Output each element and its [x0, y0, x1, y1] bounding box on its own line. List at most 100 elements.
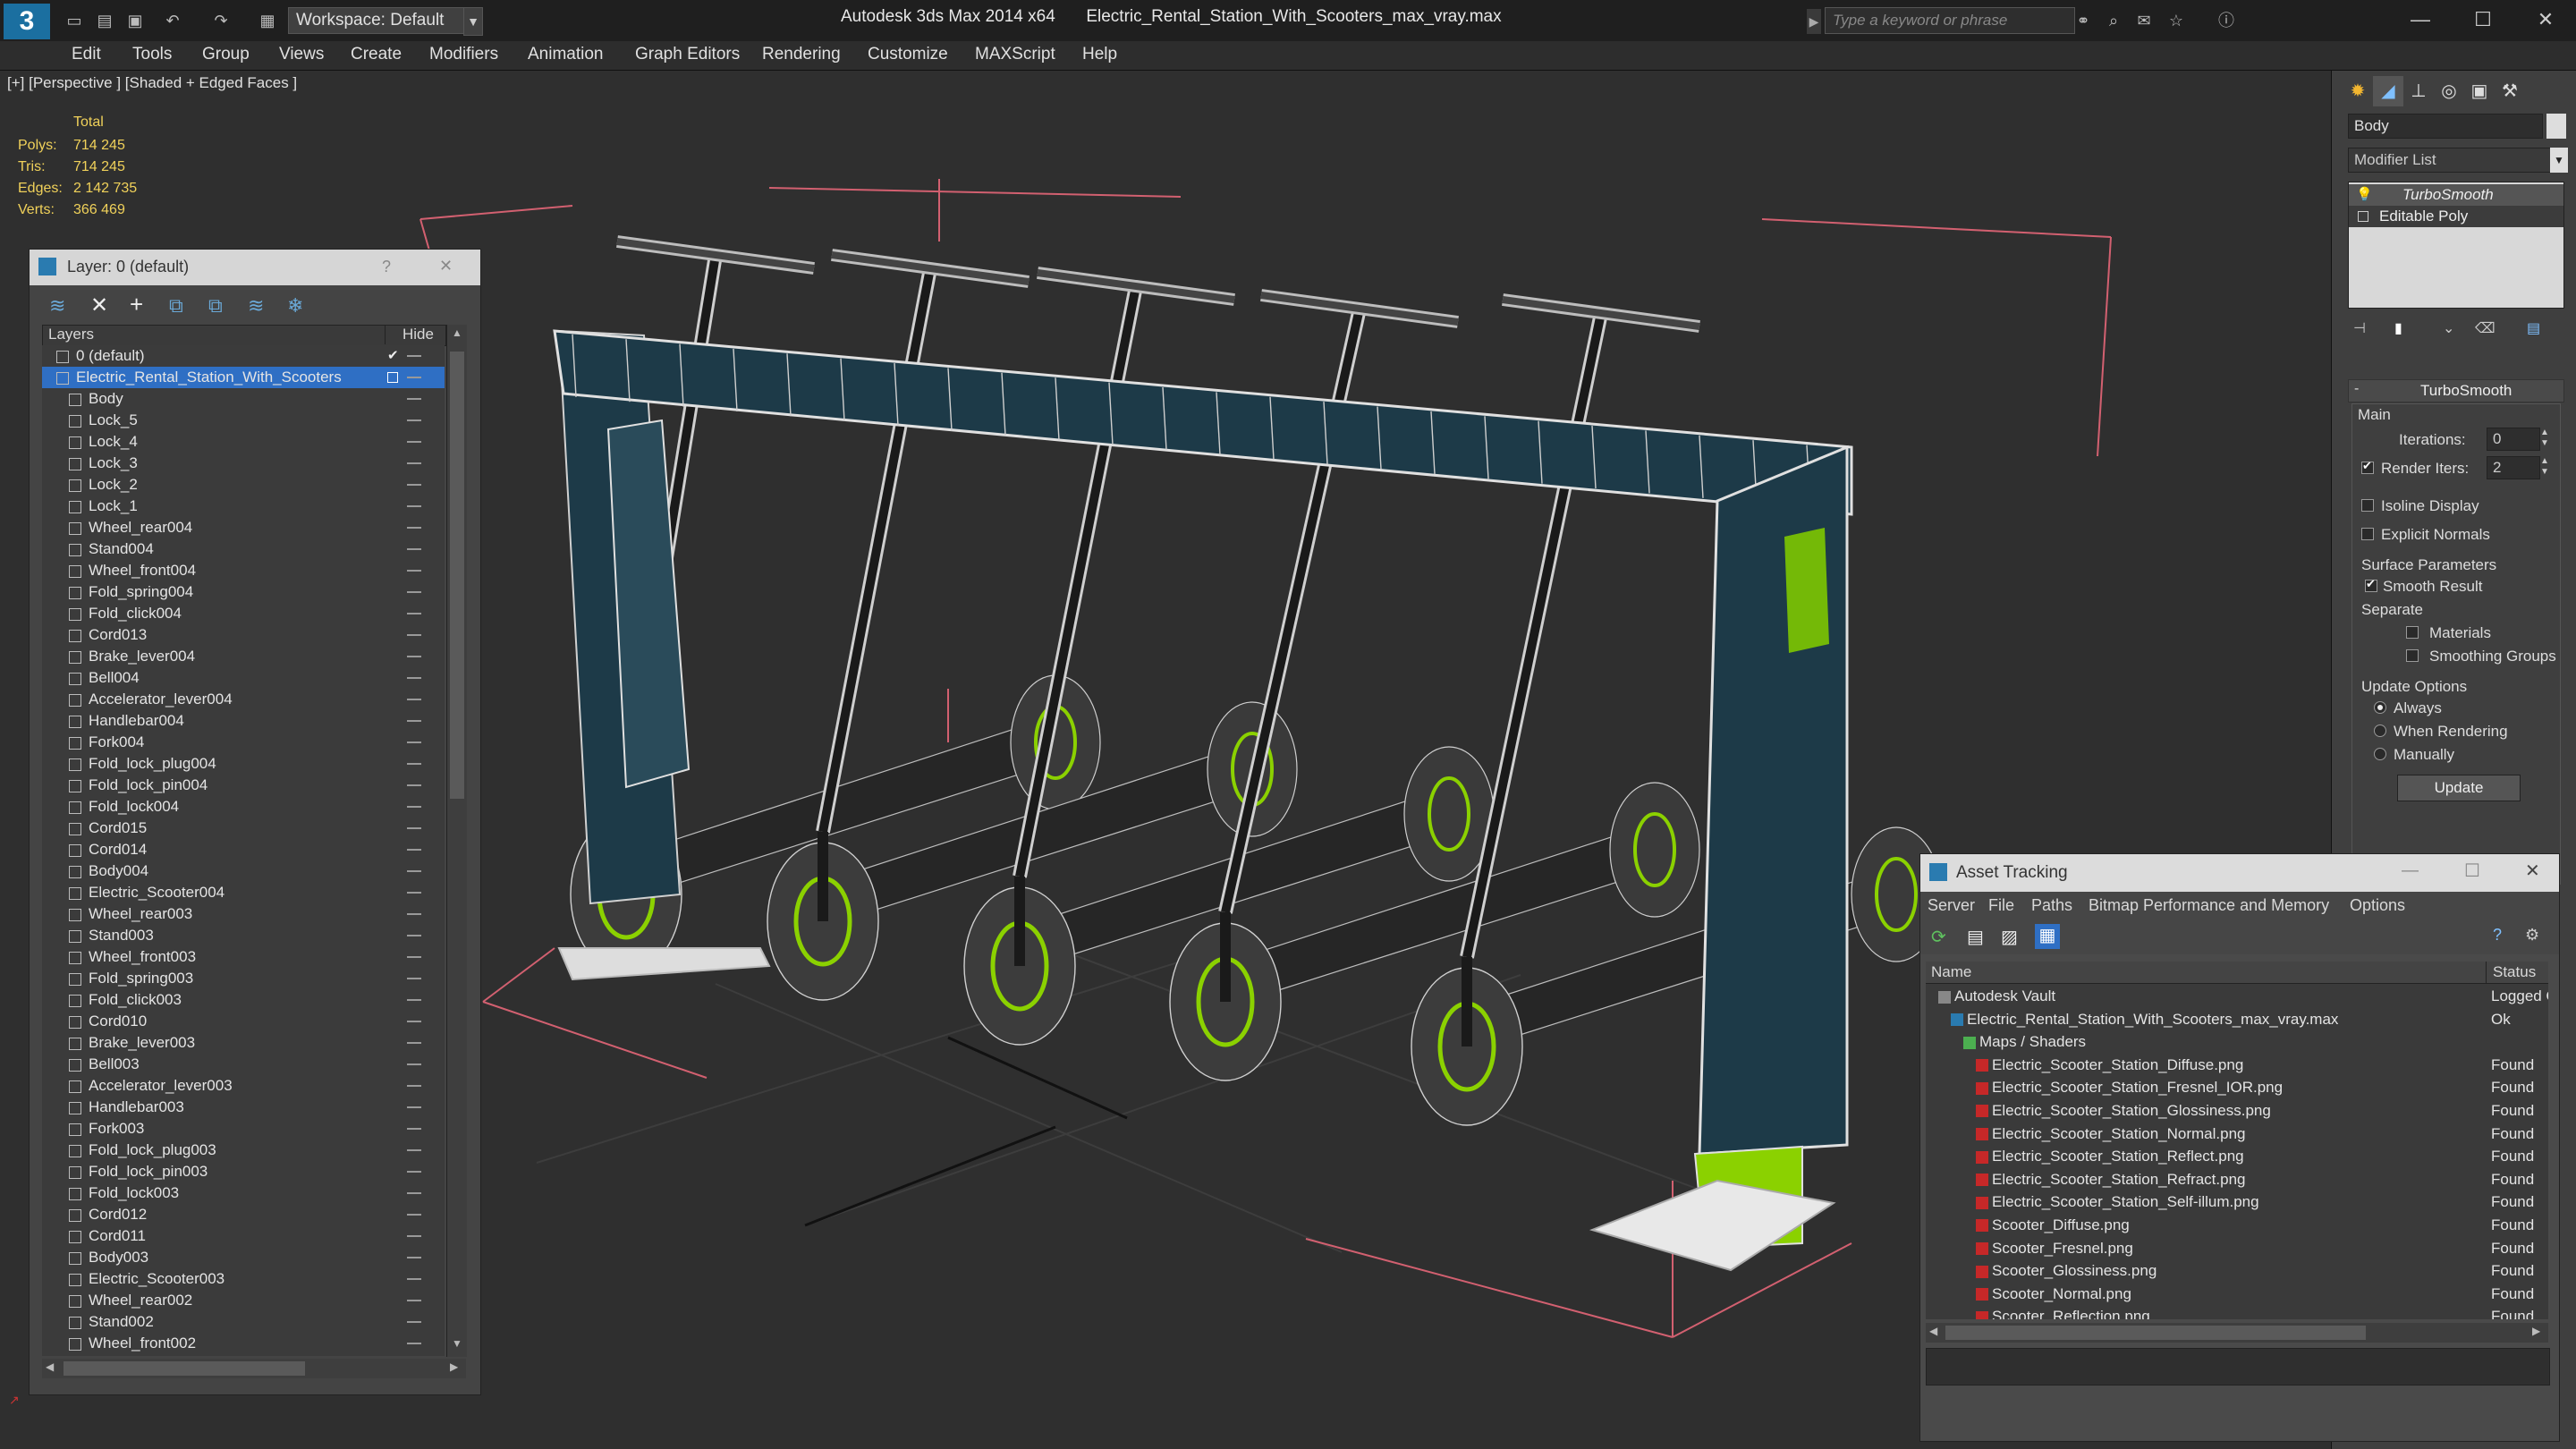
object-row[interactable]: Fold_click003 [42, 989, 445, 1011]
object-row[interactable]: Fold_lock_pin003 [42, 1161, 445, 1182]
asset-row[interactable]: Scooter_Glossiness.png Found [1926, 1259, 2548, 1283]
layers-column-header[interactable]: Layers [48, 326, 94, 343]
redo-icon[interactable]: ↷ [209, 9, 233, 32]
hide-toggle[interactable] [407, 1257, 421, 1258]
utilities-tab-icon[interactable]: ⚒ [2495, 76, 2525, 106]
object-row[interactable]: Lock_3 [42, 453, 445, 474]
object-color-swatch[interactable] [2546, 114, 2566, 139]
hide-toggle[interactable] [407, 763, 421, 765]
object-row[interactable]: Fold_spring004 [42, 581, 445, 603]
make-unique-icon[interactable]: ⌄ [2443, 319, 2454, 337]
collapse-icon[interactable]: - [2354, 381, 2359, 397]
object-row[interactable]: Fold_spring003 [42, 968, 445, 989]
object-row[interactable]: Cord014 [42, 839, 445, 860]
turbosmooth-rollout-header[interactable]: - TurboSmooth [2348, 379, 2564, 402]
spinner-arrows-icon[interactable]: ▲ ▼ [2540, 456, 2549, 478]
add-to-layer-icon[interactable]: + [130, 291, 143, 318]
select-objects-icon[interactable]: ⧉ [169, 294, 183, 318]
set-current-layer-icon[interactable] [387, 372, 398, 383]
object-row[interactable]: Bell004 [42, 667, 445, 689]
manually-radio[interactable] [2374, 748, 2386, 760]
pin-stack-icon[interactable]: ⊣ [2353, 319, 2366, 337]
layer-row[interactable]: Electric_Rental_Station_With_Scooters [42, 367, 445, 388]
object-row[interactable]: Fold_lock004 [42, 796, 445, 818]
binoculars-icon[interactable]: ⚭ [2072, 9, 2095, 32]
hide-toggle[interactable] [407, 784, 421, 786]
when-rendering-radio[interactable] [2374, 724, 2386, 737]
object-row[interactable]: Stand004 [42, 538, 445, 560]
asset-row[interactable]: Scooter_Reflection.png Found [1926, 1305, 2548, 1319]
hide-toggle[interactable] [407, 1343, 421, 1344]
isoline-display-checkbox[interactable] [2361, 499, 2374, 512]
hide-toggle[interactable] [407, 999, 421, 1001]
status-column-header[interactable]: Status [2493, 963, 2536, 981]
layer-list[interactable]: 0 (default) ✔ Electric_Rental_Station_With… [42, 345, 445, 1356]
menu-help[interactable]: Help [1082, 45, 1117, 64]
minimize-icon[interactable]: — [2394, 4, 2447, 36]
hide-toggle[interactable] [407, 419, 421, 421]
layer-row[interactable]: 0 (default) ✔ [42, 345, 445, 367]
object-row[interactable]: Brake_lever003 [42, 1032, 445, 1054]
hide-toggle[interactable] [407, 1021, 421, 1022]
hide-toggle[interactable] [407, 377, 421, 378]
hide-toggle[interactable] [407, 613, 421, 614]
hide-toggle[interactable] [407, 634, 421, 636]
refresh-icon[interactable]: ⟳ [1931, 926, 1946, 948]
asset-window-titlebar[interactable]: Asset Tracking — ☐ ✕ [1920, 854, 2559, 892]
hide-toggle[interactable] [407, 1085, 421, 1087]
open-file-icon[interactable]: ▤ [93, 9, 116, 32]
object-row[interactable]: Wheel_rear004 [42, 517, 445, 538]
remove-modifier-icon[interactable]: ⌫ [2475, 319, 2496, 337]
hide-toggle[interactable] [407, 741, 421, 743]
hide-toggle[interactable] [407, 355, 421, 357]
asset-row[interactable]: Electric_Scooter_Station_Normal.png Found [1926, 1123, 2548, 1146]
hide-toggle[interactable] [407, 1149, 421, 1151]
hide-toggle[interactable] [407, 1192, 421, 1194]
layer-window-titlebar[interactable]: Layer: 0 (default) ? ✕ [30, 250, 480, 285]
communication-icon[interactable]: ✉ [2132, 9, 2156, 32]
hide-toggle[interactable] [407, 1042, 421, 1044]
smooth-result-checkbox[interactable] [2365, 577, 2377, 592]
hide-toggle[interactable] [407, 1235, 421, 1237]
hide-toggle[interactable] [407, 699, 421, 700]
menu-animation[interactable]: Animation [528, 45, 604, 64]
thumbnail-view-icon[interactable]: ▨ [2001, 926, 2018, 948]
name-column-header[interactable]: Name [1931, 963, 1971, 981]
object-row[interactable]: Body004 [42, 860, 445, 882]
close-icon[interactable]: ✕ [2519, 4, 2572, 36]
always-radio[interactable] [2374, 701, 2386, 714]
stack-item-editable-poly[interactable]: Editable Poly [2349, 206, 2563, 227]
object-row[interactable]: Fold_lock_pin004 [42, 775, 445, 796]
hide-toggle[interactable] [407, 505, 421, 507]
scroll-down-icon[interactable]: ▼ [449, 1337, 465, 1353]
menu-modifiers[interactable]: Modifiers [429, 45, 498, 64]
display-tab-icon[interactable]: ▣ [2464, 76, 2495, 106]
menu-bitmap-performance[interactable]: Bitmap Performance and Memory [2089, 896, 2329, 915]
object-row[interactable]: Stand002 [42, 1311, 445, 1333]
asset-row[interactable]: Scooter_Fresnel.png Found [1926, 1237, 2548, 1260]
viewport-label[interactable]: [+] [Perspective ] [Shaded + Edged Faces… [7, 74, 297, 92]
layer-horizontal-scrollbar[interactable]: ◀ ▶ [42, 1359, 466, 1378]
menu-group[interactable]: Group [202, 45, 250, 64]
search-icon[interactable]: ⌕ [2102, 9, 2125, 32]
modifier-list-dropdown[interactable]: Modifier List [2348, 148, 2552, 173]
hide-toggle[interactable] [407, 1063, 421, 1065]
create-layer-icon[interactable]: ≋ [49, 294, 65, 318]
project-folder-icon[interactable]: ▦ [256, 9, 279, 32]
asset-row[interactable]: Electric_Rental_Station_With_Scooters_ma… [1926, 1008, 2548, 1031]
object-row[interactable]: Bell003 [42, 1054, 445, 1075]
object-row[interactable]: Wheel_rear003 [42, 903, 445, 925]
hide-toggle[interactable] [407, 1278, 421, 1280]
create-tab-icon[interactable]: ✹ [2343, 76, 2373, 106]
hide-toggle[interactable] [407, 892, 421, 894]
asset-row[interactable]: Autodesk Vault Logged O [1926, 985, 2548, 1008]
motion-tab-icon[interactable]: ◎ [2434, 76, 2464, 106]
help-icon[interactable]: ⓘ [2215, 9, 2238, 32]
chevron-down-icon[interactable]: ▼ [463, 7, 483, 36]
favorites-star-icon[interactable]: ☆ [2165, 9, 2188, 32]
chevron-down-icon[interactable]: ▼ [2550, 148, 2568, 173]
hide-toggle[interactable] [407, 870, 421, 872]
app-logo-icon[interactable]: 3 [4, 4, 50, 39]
hide-toggle[interactable] [407, 656, 421, 657]
hierarchy-tab-icon[interactable]: ⊥ [2403, 76, 2434, 106]
